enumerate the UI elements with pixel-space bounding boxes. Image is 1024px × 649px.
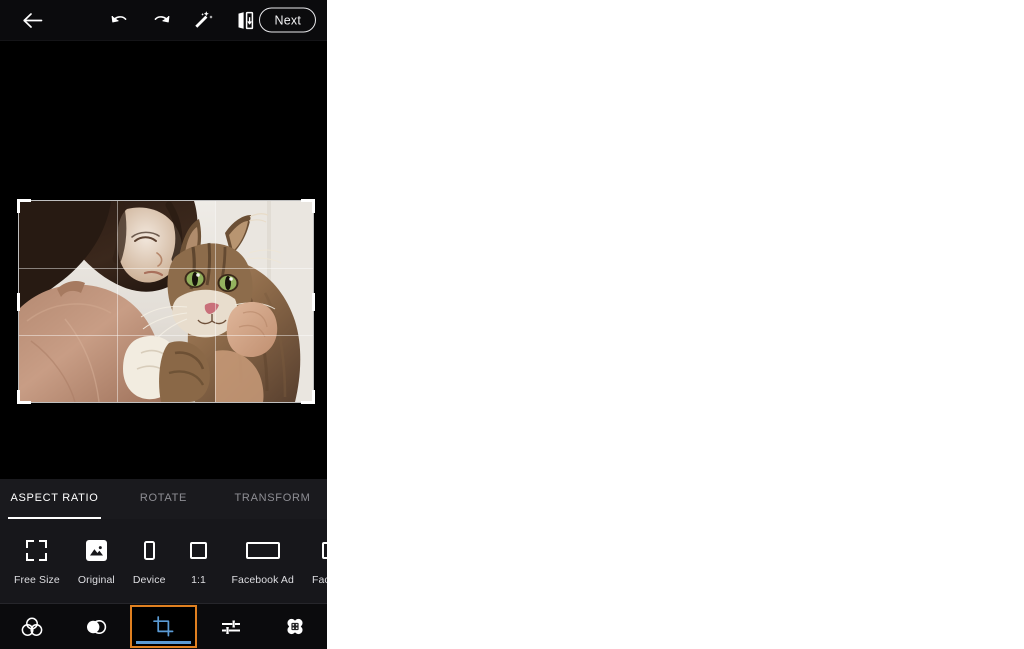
ratio-label: Facebook Ad	[231, 573, 294, 586]
nav-item-adjust[interactable]	[199, 604, 263, 649]
nav-item-heal[interactable]	[263, 604, 327, 649]
bottom-navigation-bar	[0, 604, 327, 649]
photo-editor-app: Next ASPECT RATIO ROTATE TRANSFORM Free …	[0, 0, 327, 649]
undo-icon	[111, 15, 126, 22]
crop-handle-top-left[interactable]	[17, 199, 20, 213]
arrow-left-icon	[22, 12, 42, 28]
ratio-label: Facebook	[311, 573, 327, 586]
ratio-label: Free Size	[14, 573, 60, 586]
crop-mode-tabs: ASPECT RATIO ROTATE TRANSFORM	[0, 479, 327, 519]
ratio-label: Original	[77, 573, 115, 586]
undo-button[interactable]	[108, 9, 130, 31]
redo-icon	[154, 15, 169, 22]
crop-icon	[153, 616, 174, 637]
ratio-option-1-1[interactable]: 1:1	[184, 537, 214, 586]
crop-handle-left[interactable]	[17, 292, 20, 311]
redo-button[interactable]	[150, 9, 172, 31]
auto-enhance-button[interactable]	[192, 9, 214, 31]
three-overlapping-circles-icon	[21, 617, 43, 636]
top-toolbar: Next	[0, 0, 327, 41]
ratio-option-facebook-ad[interactable]: Facebook Ad	[232, 537, 294, 586]
ratio-option-original[interactable]: Original	[78, 537, 115, 586]
compare-button[interactable]	[234, 9, 256, 31]
ratio-option-device[interactable]: Device	[133, 537, 166, 586]
photo-preview	[19, 201, 313, 402]
ratio-option-free-size[interactable]: Free Size	[14, 537, 60, 586]
device-portrait-icon	[143, 537, 155, 565]
next-button[interactable]: Next	[259, 7, 316, 33]
nav-item-crop[interactable]	[129, 605, 198, 648]
crop-area[interactable]	[17, 199, 315, 404]
photo-artwork	[19, 201, 313, 402]
before-after-compare-icon	[238, 11, 253, 29]
bandage-heal-icon	[287, 618, 303, 635]
landscape-ratio-icon	[322, 537, 327, 565]
editor-canvas[interactable]	[0, 41, 327, 479]
square-ratio-icon	[190, 537, 208, 565]
crop-handle-top-right[interactable]	[312, 199, 315, 213]
ratio-label: Device	[132, 573, 166, 586]
magic-wand-icon	[195, 11, 213, 28]
half-filled-circles-icon	[86, 619, 106, 634]
crop-handle-bottom-left[interactable]	[17, 390, 20, 404]
tab-transform[interactable]: TRANSFORM	[218, 479, 327, 519]
landscape-ratio-icon	[245, 537, 280, 565]
ratio-option-facebook[interactable]: Facebook	[312, 537, 327, 586]
edit-tool-icon-group	[108, 9, 256, 31]
crop-handle-right[interactable]	[312, 292, 315, 311]
sliders-icon	[222, 620, 241, 634]
mountain-glyph-icon	[89, 545, 103, 555]
nav-item-effects[interactable]	[0, 604, 64, 649]
free-size-icon	[26, 537, 48, 565]
ratio-label: 1:1	[191, 573, 206, 586]
crop-handle-bottom-right[interactable]	[312, 390, 315, 404]
back-button[interactable]	[19, 7, 45, 33]
original-image-icon	[85, 537, 107, 565]
tab-rotate[interactable]: ROTATE	[109, 479, 218, 519]
nav-item-filters[interactable]	[64, 604, 128, 649]
aspect-ratio-list[interactable]: Free Size Original Device 1:1 Facebook A…	[0, 519, 327, 604]
tab-aspect-ratio[interactable]: ASPECT RATIO	[0, 479, 109, 519]
